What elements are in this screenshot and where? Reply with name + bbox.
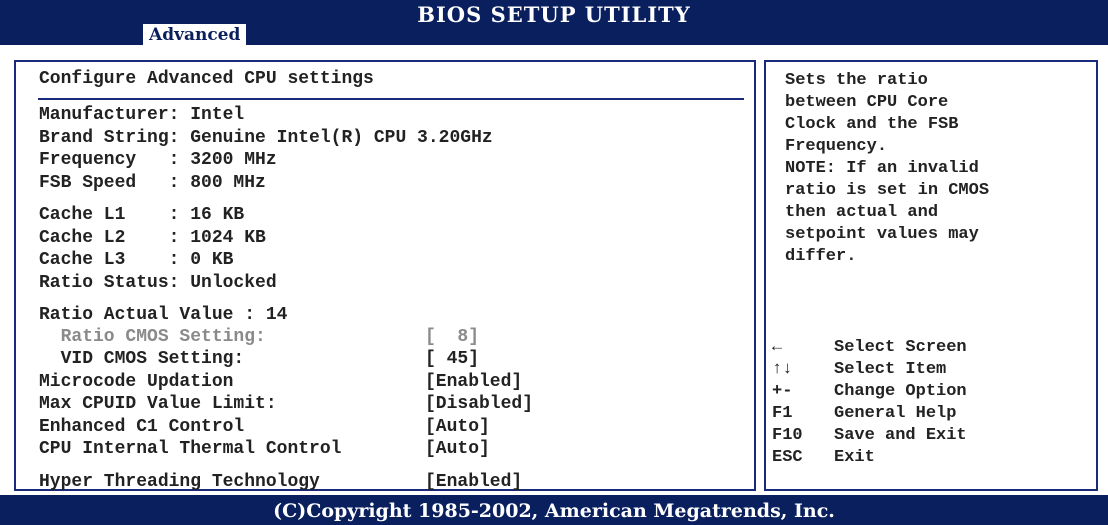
key-row-change-option: +- Change Option [772, 381, 1092, 403]
key-row-select-screen: ← Select Screen [772, 337, 1092, 359]
setting-microcode-value[interactable]: [Enabled] [425, 371, 522, 393]
setting-hyper-threading-label[interactable]: Hyper Threading Technology [39, 471, 320, 493]
setting-vid-cmos-value[interactable]: [ 45] [425, 348, 479, 370]
left-arrow-icon: ← [772, 338, 783, 357]
info-brand-string: Brand String: Genuine Intel(R) CPU 3.20G… [39, 128, 493, 148]
key-row-general-help: F1 General Help [772, 403, 1092, 425]
setting-ratio-cmos-value: [ 8] [425, 327, 480, 347]
key-f10: F10 [772, 426, 803, 445]
info-manufacturer: Manufacturer: Intel [39, 105, 245, 125]
key-action-select-screen: Select Screen [834, 338, 967, 357]
key-legend: ← Select Screen ↑↓ Select Item +- Change… [772, 337, 1092, 469]
setting-thermal-control-label[interactable]: CPU Internal Thermal Control [39, 438, 341, 460]
setting-vid-cmos-label[interactable]: VID CMOS Setting: [39, 348, 245, 370]
up-down-arrow-icon: ↑↓ [772, 360, 793, 379]
setting-enhanced-c1-value[interactable]: [Auto] [425, 416, 490, 438]
key-row-select-item: ↑↓ Select Item [772, 359, 1092, 381]
info-cache-l2: Cache L2 : 1024 KB [39, 228, 266, 248]
setting-thermal-control-value[interactable]: [Auto] [425, 438, 490, 460]
section-title: Configure Advanced CPU settings [39, 69, 374, 89]
setting-ratio-cmos-label: Ratio CMOS Setting: [39, 327, 266, 347]
key-f1: F1 [772, 404, 793, 423]
key-esc: ESC [772, 448, 803, 467]
copyright-text: (C)Copyright 1985-2002, American Megatre… [273, 500, 835, 522]
info-frequency: Frequency : 3200 MHz [39, 150, 277, 170]
key-action-select-item: Select Item [834, 360, 947, 379]
info-ratio-actual: Ratio Actual Value : 14 [39, 305, 288, 325]
key-action-general-help: General Help [834, 404, 957, 423]
info-cache-l3: Cache L3 : 0 KB [39, 250, 234, 270]
key-row-exit: ESC Exit [772, 447, 1092, 469]
info-fsb-speed: FSB Speed : 800 MHz [39, 173, 266, 193]
key-action-save-exit: Save and Exit [834, 426, 967, 445]
setting-enhanced-c1-label[interactable]: Enhanced C1 Control [39, 416, 244, 438]
key-plus-minus: +- [772, 382, 793, 401]
key-row-save-exit: F10 Save and Exit [772, 425, 1092, 447]
setting-max-cpuid-label[interactable]: Max CPUID Value Limit: [39, 393, 277, 415]
info-cache-l1: Cache L1 : 16 KB [39, 205, 245, 225]
key-action-exit: Exit [834, 448, 875, 467]
info-ratio-status: Ratio Status: Unlocked [39, 273, 277, 293]
tab-advanced[interactable]: Advanced [143, 24, 247, 45]
setting-microcode-label[interactable]: Microcode Updation [39, 371, 233, 393]
setting-max-cpuid-value[interactable]: [Disabled] [425, 393, 533, 415]
setting-hyper-threading-value[interactable]: [Enabled] [425, 471, 522, 493]
section-divider [38, 98, 744, 100]
key-action-change-option: Change Option [834, 382, 967, 401]
help-description: Sets the ratio between CPU Core Clock an… [785, 71, 990, 266]
